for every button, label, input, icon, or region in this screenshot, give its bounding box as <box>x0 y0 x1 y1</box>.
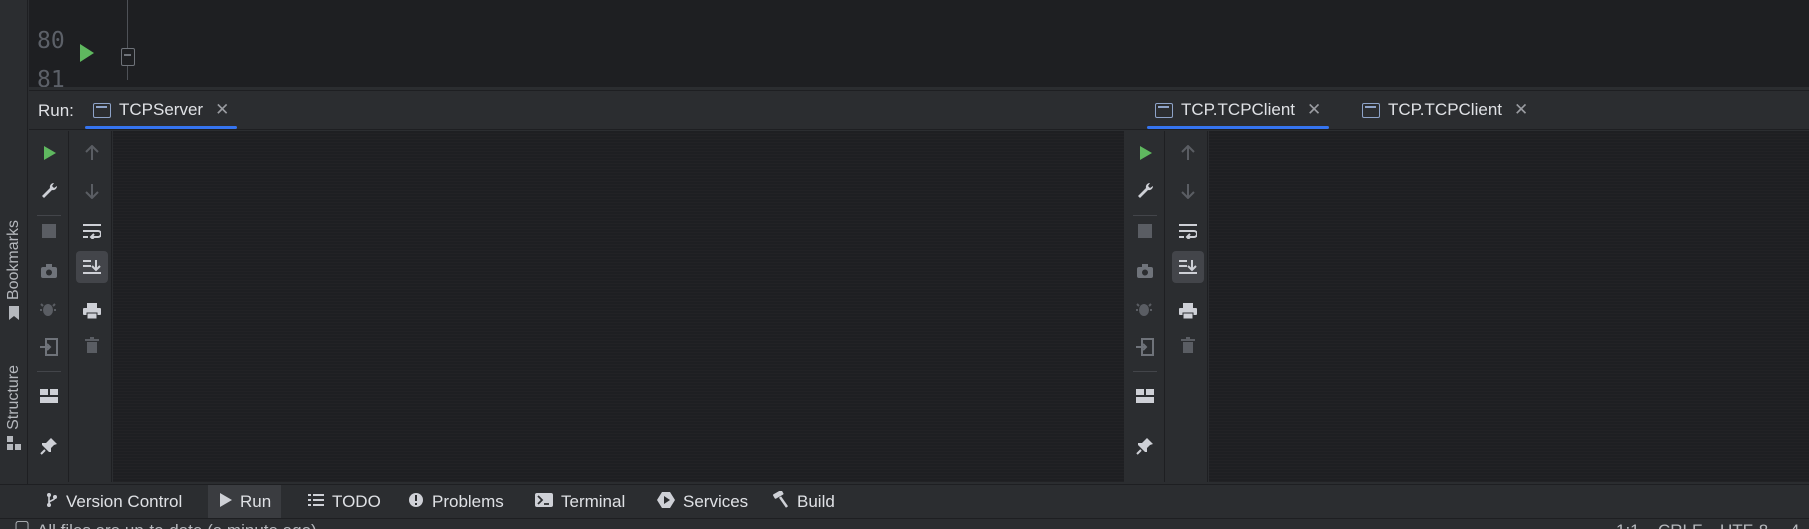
tab-tcpclient-1[interactable]: TCP.TCPClient ✕ <box>1147 91 1330 129</box>
run-icon <box>218 492 232 512</box>
run-label: Run: <box>38 101 74 120</box>
tab-label: TCPServer <box>119 100 204 119</box>
tab-todo[interactable]: TODO <box>298 485 391 519</box>
tab-label: TODO <box>332 492 381 511</box>
status-message[interactable]: All files are up-to-date (a minute ago) <box>37 521 317 529</box>
tab-tcpclient-2[interactable]: TCP.TCPClient ✕ <box>1354 91 1536 129</box>
run-icon[interactable] <box>1133 141 1157 165</box>
arrow-up-icon[interactable] <box>80 141 104 165</box>
arrow-down-icon[interactable] <box>1176 179 1200 203</box>
console-icon <box>93 102 111 118</box>
stop-icon[interactable] <box>1133 219 1157 243</box>
exit-icon[interactable] <box>1133 335 1157 359</box>
console-icon <box>1362 102 1380 118</box>
tab-label: Version Control <box>66 492 183 511</box>
soft-wrap-icon[interactable] <box>80 219 104 243</box>
left-tool-strip: Bookmarks Structure <box>0 0 28 484</box>
tab-label: Terminal <box>561 492 626 511</box>
trash-icon[interactable] <box>1176 333 1200 357</box>
layout-icon[interactable] <box>37 384 61 408</box>
bottom-tool-bar: Version Control Run TODO Problems Termin… <box>0 484 1809 519</box>
wrench-icon[interactable] <box>37 179 61 203</box>
layout-icon[interactable] <box>1133 384 1157 408</box>
exit-icon[interactable] <box>37 335 61 359</box>
stop-icon[interactable] <box>37 219 61 243</box>
tab-label: Run <box>240 492 272 511</box>
camera-icon[interactable] <box>1133 259 1157 283</box>
pin-icon[interactable] <box>1133 434 1157 458</box>
structure-tab[interactable]: Structure <box>0 365 28 450</box>
tab-version-control[interactable]: Version Control <box>36 485 192 519</box>
vcs-icon <box>46 492 58 513</box>
run-icon[interactable] <box>37 141 61 165</box>
scroll-to-end-icon[interactable] <box>76 251 108 283</box>
tab-label: TCP.TCPClient <box>1181 100 1295 119</box>
status-bar: ▢ All files are up-to-date (a minute ago… <box>0 518 1809 529</box>
close-icon[interactable]: ✕ <box>215 100 229 120</box>
tab-problems[interactable]: Problems <box>398 485 514 519</box>
run-gutter-icon[interactable] <box>80 44 94 62</box>
tab-label: TCP.TCPClient <box>1388 100 1502 119</box>
print-icon[interactable] <box>80 299 104 323</box>
console-toolbar-right <box>1168 131 1208 482</box>
bookmark-icon <box>7 306 21 321</box>
code-line: 81 public static void main(String[] args… <box>29 41 84 87</box>
problems-icon <box>408 492 424 513</box>
print-icon[interactable] <box>1176 299 1200 323</box>
tab-services[interactable]: Services <box>647 485 758 519</box>
arrow-down-icon[interactable] <box>80 179 104 203</box>
console-output-client[interactable] <box>1209 131 1809 482</box>
tab-label: Problems <box>432 492 504 511</box>
bookmarks-tab[interactable]: Bookmarks <box>0 220 28 321</box>
run-tabs-bar: Run: TCPServer ✕ TCP.TCPClient ✕ TCP.TCP… <box>29 90 1809 130</box>
close-icon[interactable]: ✕ <box>1514 100 1528 120</box>
services-icon <box>657 491 675 513</box>
console-icon <box>1155 102 1173 118</box>
structure-label: Structure <box>5 365 22 430</box>
scroll-to-end-icon[interactable] <box>1172 251 1204 283</box>
gutter-divider <box>127 0 128 80</box>
terminal-icon <box>535 492 553 512</box>
pin-icon[interactable] <box>37 434 61 458</box>
bookmarks-label: Bookmarks <box>5 220 22 301</box>
caret-position[interactable]: 1:1 <box>1616 521 1640 529</box>
debug-icon[interactable] <box>1133 297 1157 321</box>
fold-icon[interactable] <box>121 48 135 66</box>
soft-wrap-icon[interactable] <box>1176 219 1200 243</box>
close-icon[interactable]: ✕ <box>1307 100 1321 120</box>
tab-tcpserver[interactable]: TCPServer ✕ <box>85 91 238 129</box>
camera-icon[interactable] <box>37 259 61 283</box>
tab-label: Services <box>683 492 749 511</box>
debug-icon[interactable] <box>37 297 61 321</box>
list-icon <box>308 492 324 512</box>
line-number: 81 <box>37 67 65 87</box>
run-toolbar-right <box>1125 131 1165 482</box>
structure-icon <box>7 435 21 450</box>
console-output-server[interactable] <box>113 131 1124 482</box>
tab-label: Build <box>797 492 835 511</box>
trash-icon[interactable] <box>80 333 104 357</box>
indent-setting[interactable]: 4 <box>1790 521 1799 529</box>
file-encoding[interactable]: UTF-8 <box>1720 521 1768 529</box>
tab-terminal[interactable]: Terminal <box>525 485 635 519</box>
tab-build[interactable]: Build <box>761 485 845 519</box>
code-editor[interactable]: 80 81 public static void main(String[] a… <box>29 0 1809 87</box>
arrow-up-icon[interactable] <box>1176 141 1200 165</box>
wrench-icon[interactable] <box>1133 179 1157 203</box>
code-line: 80 <box>29 2 84 54</box>
status-icon: ▢ <box>14 518 31 529</box>
tab-run[interactable]: Run <box>208 485 282 519</box>
run-toolbar-left <box>29 131 69 482</box>
line-separator[interactable]: CRLF <box>1658 521 1702 529</box>
console-toolbar-left <box>72 131 112 482</box>
hammer-icon <box>771 489 789 514</box>
